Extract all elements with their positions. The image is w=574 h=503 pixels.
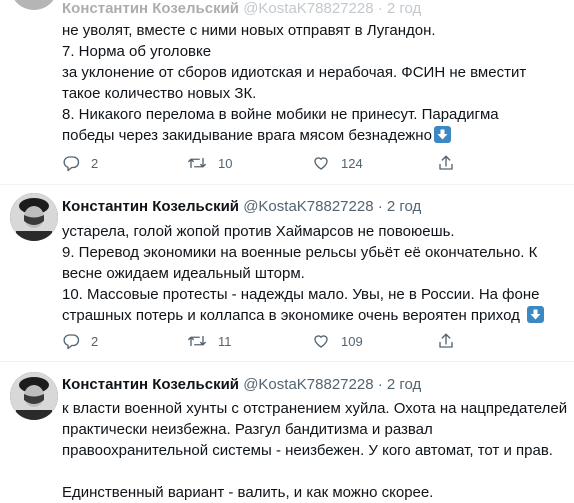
retweet-count: 10 (218, 155, 233, 171)
reply-icon (63, 334, 80, 350)
text-line: Единственный вариант - валить, и как мож… (62, 484, 434, 501)
like-button[interactable]: 124 (312, 154, 363, 172)
tweet-divider (0, 361, 574, 362)
reply-button[interactable]: 2 (62, 154, 98, 172)
text-line: за уклонение от сборов идиотская и нераб… (62, 64, 527, 81)
tweet-text: не уволят, вместе с ними новых отправят … (62, 20, 567, 146)
retweet-button[interactable]: 11 (187, 332, 232, 350)
text-line: устарела, голой жопой против Хаймарсов н… (62, 223, 455, 240)
like-count: 109 (341, 333, 363, 349)
reply-icon (63, 156, 80, 172)
tweet-header: Константин Козельский @KostaK78827228 · … (62, 376, 421, 393)
retweet-icon (188, 335, 206, 347)
tweet-divider (0, 184, 574, 185)
text-line: 10. Массовые протесты - надежды мало. Ув… (62, 286, 540, 303)
tweet-time[interactable]: 2 год (387, 0, 421, 17)
text-line-content: страшных потерь и коллапса в экономике о… (62, 307, 520, 324)
text-line: победы через закидывание врага мясом без… (62, 125, 567, 146)
down-arrow-emoji (433, 126, 451, 143)
author-avatar[interactable] (10, 0, 58, 10)
text-line-content: победы через закидывание врага мясом без… (62, 127, 432, 144)
text-line: правоохранительной системы - неизбежен. … (62, 442, 553, 459)
text-line: 8. Никакого перелома в войне мобики не п… (62, 106, 499, 123)
text-line: практически неизбежна. Разгул бандитизма… (62, 421, 433, 438)
reply-button[interactable]: 2 (62, 332, 98, 350)
share-icon (439, 333, 453, 348)
author-handle[interactable]: @KostaK78827228 (243, 0, 373, 17)
author-name[interactable]: Константин Козельский (62, 0, 239, 17)
tweet-header: Константин Козельский @KostaK78827228 · … (62, 0, 421, 17)
like-icon (314, 335, 328, 348)
retweet-count: 11 (218, 333, 232, 349)
text-line: страшных потерь и коллапса в экономике о… (62, 305, 567, 326)
reply-count: 2 (91, 155, 99, 171)
separator-dot: · (377, 198, 383, 215)
text-line: к власти военной хунты с отстранением ху… (62, 400, 568, 417)
retweet-button[interactable]: 10 (187, 154, 232, 172)
tweet-text: устарела, голой жопой против Хаймарсов н… (62, 221, 567, 326)
like-button[interactable]: 109 (312, 332, 363, 350)
share-button[interactable] (437, 332, 455, 350)
author-name[interactable]: Константин Козельский (62, 198, 239, 215)
author-handle[interactable]: @KostaK78827228 (243, 376, 373, 393)
tweet-actions: 2 11 109 (62, 332, 562, 352)
reply-count: 2 (91, 333, 99, 349)
text-line: 9. Перевод экономики на военные рельсы у… (62, 244, 538, 261)
down-arrow-emoji (526, 306, 544, 323)
tweet-actions: 2 10 124 (62, 154, 562, 174)
text-line: не уволят, вместе с ними новых отправят … (62, 22, 436, 39)
author-handle[interactable]: @KostaK78827228 (243, 198, 373, 215)
text-line: 7. Норма об уголовке (62, 43, 212, 60)
author-name[interactable]: Константин Козельский (62, 376, 239, 393)
retweet-icon (188, 157, 206, 169)
text-line: весне ожидаем идеальный шторм. (62, 265, 305, 282)
separator-dot: · (377, 0, 383, 17)
author-avatar[interactable] (10, 372, 58, 420)
separator-dot: · (377, 376, 383, 393)
tweet-time[interactable]: 2 год (387, 198, 421, 215)
author-avatar[interactable] (10, 193, 58, 241)
share-icon (439, 155, 453, 170)
tweet-time[interactable]: 2 год (387, 376, 421, 393)
like-icon (314, 157, 328, 170)
tweet-text: к власти военной хунты с отстранением ху… (62, 398, 567, 503)
text-line: такое количество новых ЗК. (62, 85, 257, 102)
like-count: 124 (341, 155, 363, 171)
share-button[interactable] (437, 154, 455, 172)
tweet-header: Константин Козельский @KostaK78827228 · … (62, 198, 421, 215)
